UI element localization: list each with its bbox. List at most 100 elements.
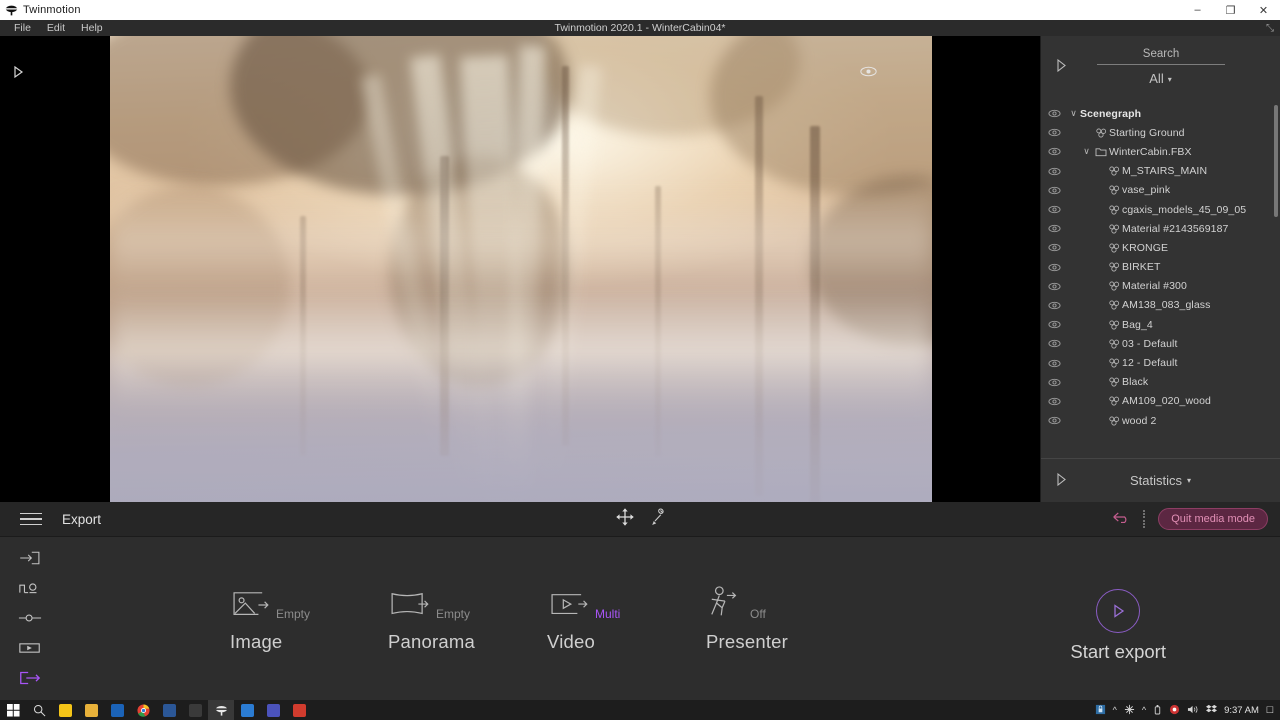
mesh-icon [1106,224,1122,234]
scenegraph-node-label: M_STAIRS_MAIN [1122,165,1208,178]
start-export-button[interactable]: Start export [1070,589,1166,663]
cloud-icon[interactable]: ^ [1142,705,1146,715]
export-card-image[interactable]: Empty Image [230,589,310,653]
scenegraph-node[interactable]: ∨ Scenegraph [1041,104,1280,123]
node-visibility-eye-icon[interactable] [1041,186,1067,195]
taskbar-start-icon[interactable] [0,700,26,720]
undo-icon[interactable] [1111,510,1131,529]
statistics-bar[interactable]: Statistics ▾ [1041,458,1280,502]
taskbar-teams-icon[interactable] [260,700,286,720]
export-card-panorama[interactable]: Empty Panorama [388,589,475,653]
scenegraph-node[interactable]: AM138_083_glass [1041,296,1280,315]
node-visibility-eye-icon[interactable] [1041,128,1067,137]
menu-item-help[interactable]: Help [73,20,111,36]
mesh-icon [1106,320,1122,330]
export-card-video[interactable]: Multi Video [547,589,620,653]
video-clip-icon[interactable] [8,639,52,657]
taskbar-twinmotion-icon[interactable] [208,700,234,720]
node-visibility-eye-icon[interactable] [1041,397,1067,406]
play-icon [1096,589,1141,633]
more-options-icon[interactable] [1143,510,1146,528]
usb-icon[interactable] [1153,704,1162,717]
chevron-down-icon[interactable]: ∨ [1067,108,1080,119]
scenegraph-node[interactable]: 12 - Default [1041,353,1280,372]
node-visibility-eye-icon[interactable] [1041,263,1067,272]
taskbar-outlook-icon[interactable] [104,700,130,720]
hamburger-menu-icon[interactable] [20,509,42,530]
scenegraph-node[interactable]: Material #2143569187 [1041,219,1280,238]
taskbar-sticky-notes-icon[interactable] [52,700,78,720]
mesh-icon [1106,205,1122,215]
scenegraph-node[interactable]: Material #300 [1041,277,1280,296]
taskbar-edge-icon[interactable] [234,700,260,720]
export-icon[interactable] [8,669,52,687]
taskbar-camtasia-icon[interactable] [286,700,312,720]
node-visibility-eye-icon[interactable] [1041,301,1067,310]
quit-media-mode-button[interactable]: Quit media mode [1158,508,1268,530]
scenegraph-node[interactable]: Black [1041,373,1280,392]
node-visibility-eye-icon[interactable] [1041,224,1067,233]
audio-waveform-icon[interactable] [8,579,52,597]
taskbar-chrome-icon[interactable] [130,700,156,720]
media-mode-title: Export [62,511,102,527]
taskbar-file-explorer-icon[interactable] [78,700,104,720]
taskbar-app-icon[interactable] [182,700,208,720]
node-visibility-eye-icon[interactable] [1041,109,1067,118]
export-card-presenter[interactable]: Off Presenter [706,586,788,653]
expand-statistics-icon[interactable] [1055,472,1068,492]
taskbar-clock[interactable]: 9:37 AM [1224,705,1259,716]
filter-dropdown[interactable]: All ▾ [1041,70,1280,96]
node-visibility-eye-icon[interactable] [1041,147,1067,156]
scenegraph-node[interactable]: KRONGE [1041,238,1280,257]
node-visibility-eye-icon[interactable] [1041,320,1067,329]
show-hidden-icons-icon[interactable]: ^ [1113,705,1117,715]
node-visibility-eye-icon[interactable] [1041,416,1067,425]
scenegraph-node[interactable]: vase_pink [1041,181,1280,200]
node-visibility-eye-icon[interactable] [1041,243,1067,252]
scenegraph-node[interactable]: Bag_4 [1041,315,1280,334]
taskbar-word-icon[interactable] [156,700,182,720]
scenegraph-tree[interactable]: ∨ Scenegraph Starting Ground ∨ WinterCabin.F… [1041,99,1280,458]
chevron-down-icon[interactable]: ∨ [1080,146,1093,157]
node-visibility-eye-icon[interactable] [1041,378,1067,387]
mesh-icon [1093,128,1109,138]
volume-icon[interactable] [1187,704,1199,717]
node-visibility-eye-icon[interactable] [1041,205,1067,214]
scenegraph-node[interactable]: cgaxis_models_45_09_05 [1041,200,1280,219]
expand-left-panel-icon[interactable] [11,64,25,85]
minimize-button[interactable]: – [1181,0,1214,20]
scenegraph-scrollbar[interactable] [1274,105,1278,217]
scenegraph-node[interactable]: AM109_020_wood [1041,392,1280,411]
mesh-icon [1106,243,1122,253]
dropbox-icon[interactable] [1206,704,1218,717]
import-icon[interactable] [8,549,52,567]
maximize-button[interactable]: ❐ [1214,0,1247,20]
node-visibility-eye-icon[interactable] [1041,282,1067,291]
scenegraph-node[interactable]: wood 2 [1041,411,1280,430]
record-icon[interactable] [1169,704,1180,717]
scenegraph-node[interactable]: 03 - Default [1041,334,1280,353]
scenegraph-node[interactable]: Starting Ground [1041,123,1280,142]
visibility-eye-icon[interactable] [860,64,877,82]
network-icon[interactable] [1124,704,1135,717]
close-button[interactable]: ✕ [1247,0,1280,20]
taskbar-search-icon[interactable] [26,700,52,720]
menu-item-file[interactable]: File [6,20,39,36]
node-visibility-eye-icon[interactable] [1041,339,1067,348]
node-visibility-eye-icon[interactable] [1041,167,1067,176]
menu-item-edit[interactable]: Edit [39,20,73,36]
scenegraph-node-label: 03 - Default [1122,337,1178,350]
scenegraph-node[interactable]: ∨ WinterCabin.FBX [1041,142,1280,161]
scenegraph-node[interactable]: BIRKET [1041,258,1280,277]
scenegraph-node[interactable]: M_STAIRS_MAIN [1041,162,1280,181]
node-visibility-eye-icon[interactable] [1041,359,1067,368]
render-viewport[interactable] [110,36,932,502]
security-icon[interactable] [1095,704,1106,717]
move-tool-icon[interactable] [615,507,635,532]
search-input[interactable]: Search [1097,48,1225,65]
action-center-icon[interactable]: ☐ [1266,705,1274,716]
panorama-status-badge: Empty [436,607,471,621]
resize-grip-icon: ⤡ [1266,22,1274,34]
timeline-icon[interactable] [8,609,52,627]
eyedropper-tool-icon[interactable] [651,507,665,531]
